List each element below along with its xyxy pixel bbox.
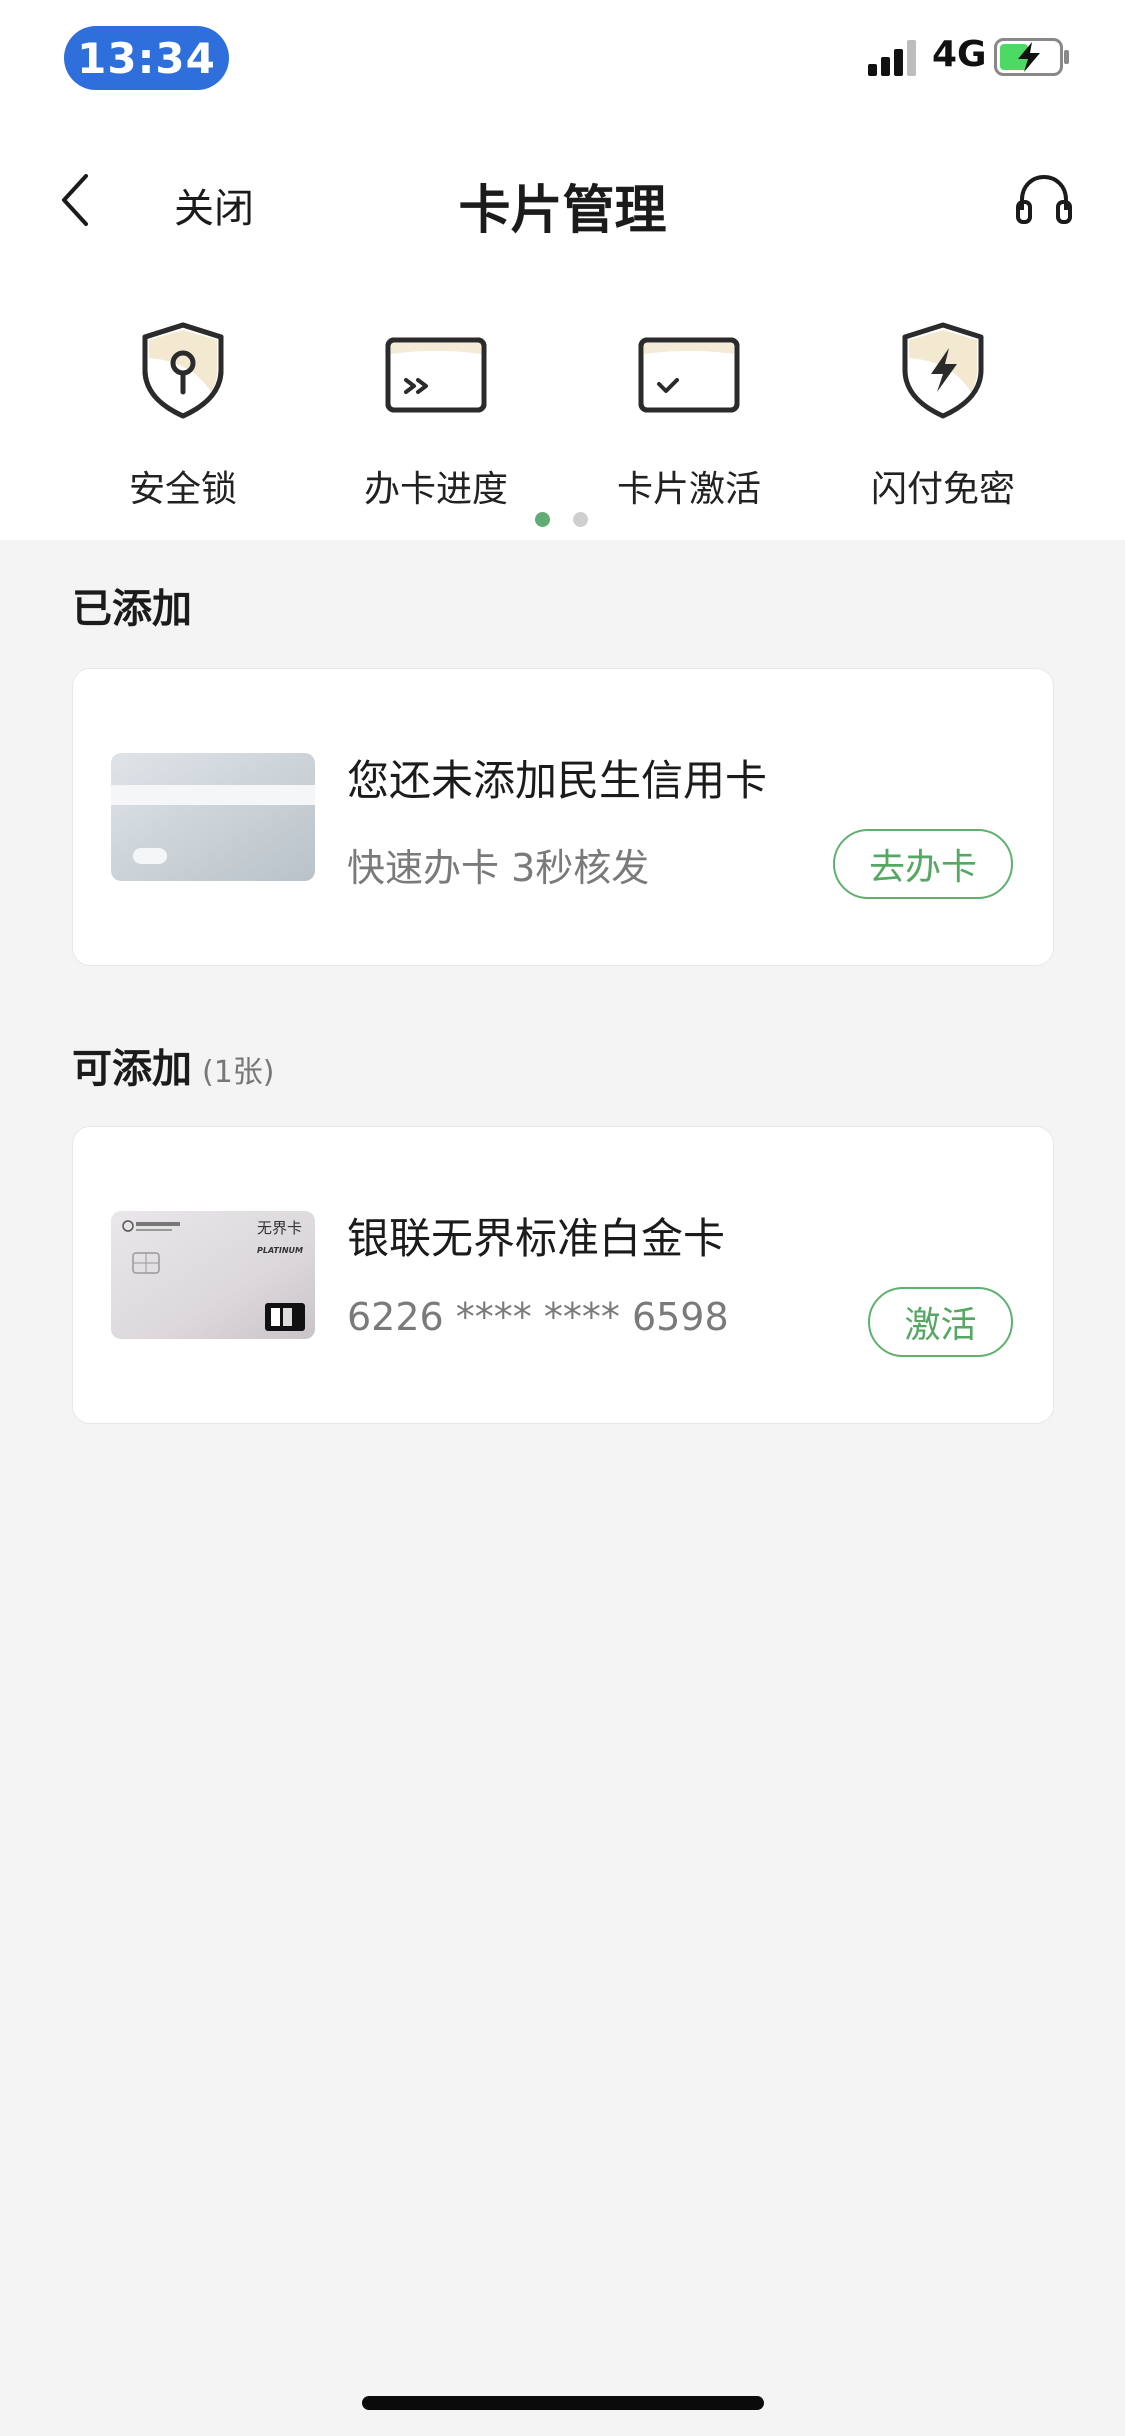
page-title: 卡片管理 <box>458 181 667 241</box>
shortcut-label: 闪付免密 <box>870 469 1015 510</box>
addable-count: (1张) <box>202 1055 275 1090</box>
activate-card-button[interactable]: 激活 <box>868 1287 1013 1357</box>
section-title-text: 可添加 <box>72 1046 192 1092</box>
card-title: 您还未添加民生信用卡 <box>347 756 768 805</box>
section-title-added: 已添加 <box>72 576 192 634</box>
back-chevron-icon[interactable] <box>56 168 96 232</box>
section-title-text: 已添加 <box>72 586 192 632</box>
card-title: 银联无界标准白金卡 <box>347 1214 726 1263</box>
platinum-card-image: 无界卡 PLATINUM <box>111 1211 315 1339</box>
home-indicator <box>362 2396 764 2410</box>
signal-icon <box>868 40 916 76</box>
shortcut-label: 安全锁 <box>128 469 237 510</box>
shortcut-grid: 安全锁 办卡进度 卡片激活 闪付免密 <box>0 320 1125 510</box>
shortcut-security-lock[interactable]: 安全锁 <box>73 320 293 510</box>
added-card-panel: 您还未添加民生信用卡 快速办卡 3秒核发 去办卡 <box>72 668 1054 966</box>
page-dot-active <box>535 512 550 527</box>
network-type: 4G <box>932 34 987 75</box>
shortcut-card-progress[interactable]: 办卡进度 <box>326 320 546 510</box>
card-placeholder-icon <box>111 753 315 881</box>
customer-service-headset-icon[interactable] <box>1015 172 1073 226</box>
shield-lightning-icon <box>902 322 984 419</box>
section-title-addable: 可添加 (1张) <box>72 1036 275 1094</box>
addable-card-panel: 无界卡 PLATINUM 银联无界标准白金卡 6226 **** **** 65… <box>72 1126 1054 1424</box>
card-progress-icon <box>385 337 487 413</box>
apply-card-button[interactable]: 去办卡 <box>833 829 1013 899</box>
card-number: 6226 **** **** 6598 <box>347 1295 729 1339</box>
card-activate-icon <box>638 337 740 413</box>
card-brand-text: 无界卡 <box>257 1219 302 1237</box>
header-area: 13:34 4G 关闭 卡片管理 安全锁 办卡进度 卡片激活 闪付免密 <box>0 0 1125 540</box>
card-tier-text: PLATINUM <box>257 1246 303 1255</box>
page-indicator <box>535 512 595 528</box>
battery-charging-icon <box>994 38 1069 76</box>
close-button[interactable]: 关闭 <box>174 176 254 234</box>
card-subtitle: 快速办卡 3秒核发 <box>347 846 650 890</box>
page-dot <box>573 512 588 527</box>
shield-key-icon <box>142 322 224 419</box>
shortcut-card-activation[interactable]: 卡片激活 <box>579 320 799 510</box>
shortcut-label: 卡片激活 <box>616 469 761 510</box>
shortcut-quickpass[interactable]: 闪付免密 <box>833 320 1053 510</box>
shortcut-label: 办卡进度 <box>363 469 508 510</box>
status-time: 13:34 <box>64 26 229 90</box>
